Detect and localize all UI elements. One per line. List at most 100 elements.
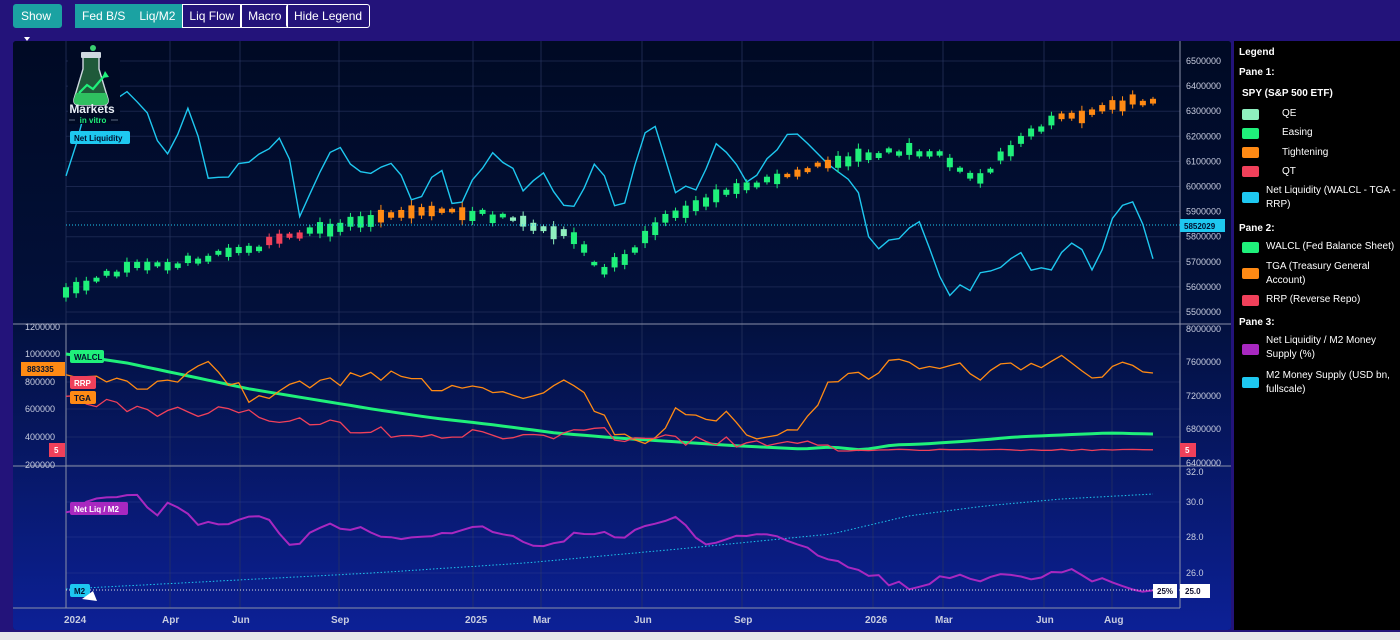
candle-body[interactable] (164, 262, 171, 271)
candle-body[interactable] (408, 205, 415, 219)
candle-body[interactable] (1048, 115, 1055, 126)
candle-body[interactable] (824, 159, 831, 169)
candle-body[interactable] (875, 153, 882, 158)
candle-body[interactable] (266, 236, 273, 246)
candle-body[interactable] (987, 168, 994, 173)
candle-body[interactable] (906, 142, 913, 155)
candle-body[interactable] (469, 210, 476, 221)
candle-body[interactable] (438, 208, 445, 213)
tab-liq-m2[interactable]: Liq/M2 (132, 4, 183, 28)
candle-body[interactable] (93, 277, 100, 282)
candle-body[interactable] (327, 223, 334, 237)
candle-body[interactable] (195, 258, 202, 264)
candle-body[interactable] (357, 216, 364, 228)
candle-body[interactable] (642, 230, 649, 244)
candle-body[interactable] (103, 270, 110, 276)
candle-body[interactable] (1017, 135, 1024, 144)
candle-body[interactable] (306, 227, 313, 234)
candle-body[interactable] (662, 213, 669, 223)
candle-body[interactable] (509, 217, 517, 221)
candle-body[interactable] (743, 182, 750, 191)
candle-body[interactable] (946, 157, 953, 168)
candle-body[interactable] (611, 257, 618, 268)
candle-body[interactable] (753, 182, 760, 188)
candle-body[interactable] (1078, 110, 1085, 124)
candle-body[interactable] (286, 233, 293, 238)
candle-body[interactable] (276, 233, 283, 244)
candle-body[interactable] (123, 261, 130, 273)
candle-body[interactable] (1028, 128, 1035, 137)
candle-body[interactable] (682, 205, 689, 218)
candle-body[interactable] (814, 162, 821, 167)
candle-body[interactable] (205, 255, 212, 262)
candle-body[interactable] (997, 151, 1004, 161)
candle-body[interactable] (763, 176, 770, 183)
candle-body[interactable] (672, 210, 679, 218)
candle-body[interactable] (1038, 126, 1045, 132)
candle-body[interactable] (377, 209, 384, 223)
candle-body[interactable] (570, 232, 577, 245)
candle-body[interactable] (255, 246, 263, 252)
candle-body[interactable] (83, 280, 90, 291)
candle-body[interactable] (865, 152, 872, 161)
candle-body[interactable] (337, 222, 344, 232)
candle-body[interactable] (967, 172, 974, 179)
candle-body[interactable] (692, 200, 699, 212)
candle-body[interactable] (1099, 105, 1106, 112)
candle-body[interactable] (804, 168, 811, 173)
candle-body[interactable] (1149, 98, 1157, 104)
candle-body[interactable] (581, 244, 588, 253)
candle-body[interactable] (530, 222, 537, 231)
candle-body[interactable] (631, 247, 638, 253)
candle-body[interactable] (774, 173, 781, 185)
candle-body[interactable] (113, 271, 120, 277)
candle-body[interactable] (896, 151, 903, 156)
candle-body[interactable] (215, 250, 222, 255)
hide-legend-button[interactable]: Hide Legend (286, 4, 371, 28)
candle-body[interactable] (540, 226, 547, 232)
tab-liq-flow[interactable]: Liq Flow (182, 4, 242, 28)
candle-body[interactable] (845, 156, 852, 167)
candle-body[interactable] (1089, 109, 1096, 115)
candle-body[interactable] (316, 222, 323, 234)
candle-body[interactable] (855, 148, 862, 162)
candle-body[interactable] (418, 207, 425, 216)
candle-body[interactable] (702, 197, 710, 207)
candle-body[interactable] (794, 169, 801, 177)
show-dropdown-button[interactable]: Show (13, 4, 62, 41)
candle-body[interactable] (499, 213, 506, 218)
candle-body[interactable] (1109, 100, 1116, 110)
candle-body[interactable] (885, 148, 892, 153)
candle-body[interactable] (835, 155, 842, 168)
candle-body[interactable] (144, 261, 151, 271)
candle-body[interactable] (560, 229, 567, 236)
candle-body[interactable] (723, 189, 730, 195)
candle-body[interactable] (174, 263, 181, 268)
candle-body[interactable] (1119, 100, 1126, 112)
candle-body[interactable] (388, 212, 395, 218)
candle-body[interactable] (489, 214, 496, 224)
candle-body[interactable] (977, 173, 984, 184)
candle-body[interactable] (245, 245, 252, 253)
tab-macro[interactable]: Macro (241, 4, 289, 28)
candle-body[interactable] (733, 183, 740, 194)
candle-body[interactable] (926, 151, 933, 157)
candle-body[interactable] (1068, 112, 1075, 119)
candle-body[interactable] (459, 207, 466, 221)
candle-body[interactable] (936, 151, 943, 156)
candle-body[interactable] (154, 262, 161, 267)
candle-body[interactable] (591, 261, 598, 266)
candle-body[interactable] (225, 247, 232, 257)
candle-body[interactable] (449, 208, 456, 213)
candle-body[interactable] (479, 209, 486, 214)
tab-fed-bs[interactable]: Fed B/S (75, 4, 133, 28)
candle-body[interactable] (428, 205, 435, 217)
candle-body[interactable] (235, 247, 242, 254)
candle-body[interactable] (956, 167, 964, 172)
candle-body[interactable] (713, 189, 720, 203)
candle-body[interactable] (73, 281, 80, 294)
candle-body[interactable] (1058, 113, 1065, 120)
candle-body[interactable] (621, 254, 628, 265)
candle-body[interactable] (184, 255, 191, 264)
candle-body[interactable] (1007, 145, 1014, 157)
